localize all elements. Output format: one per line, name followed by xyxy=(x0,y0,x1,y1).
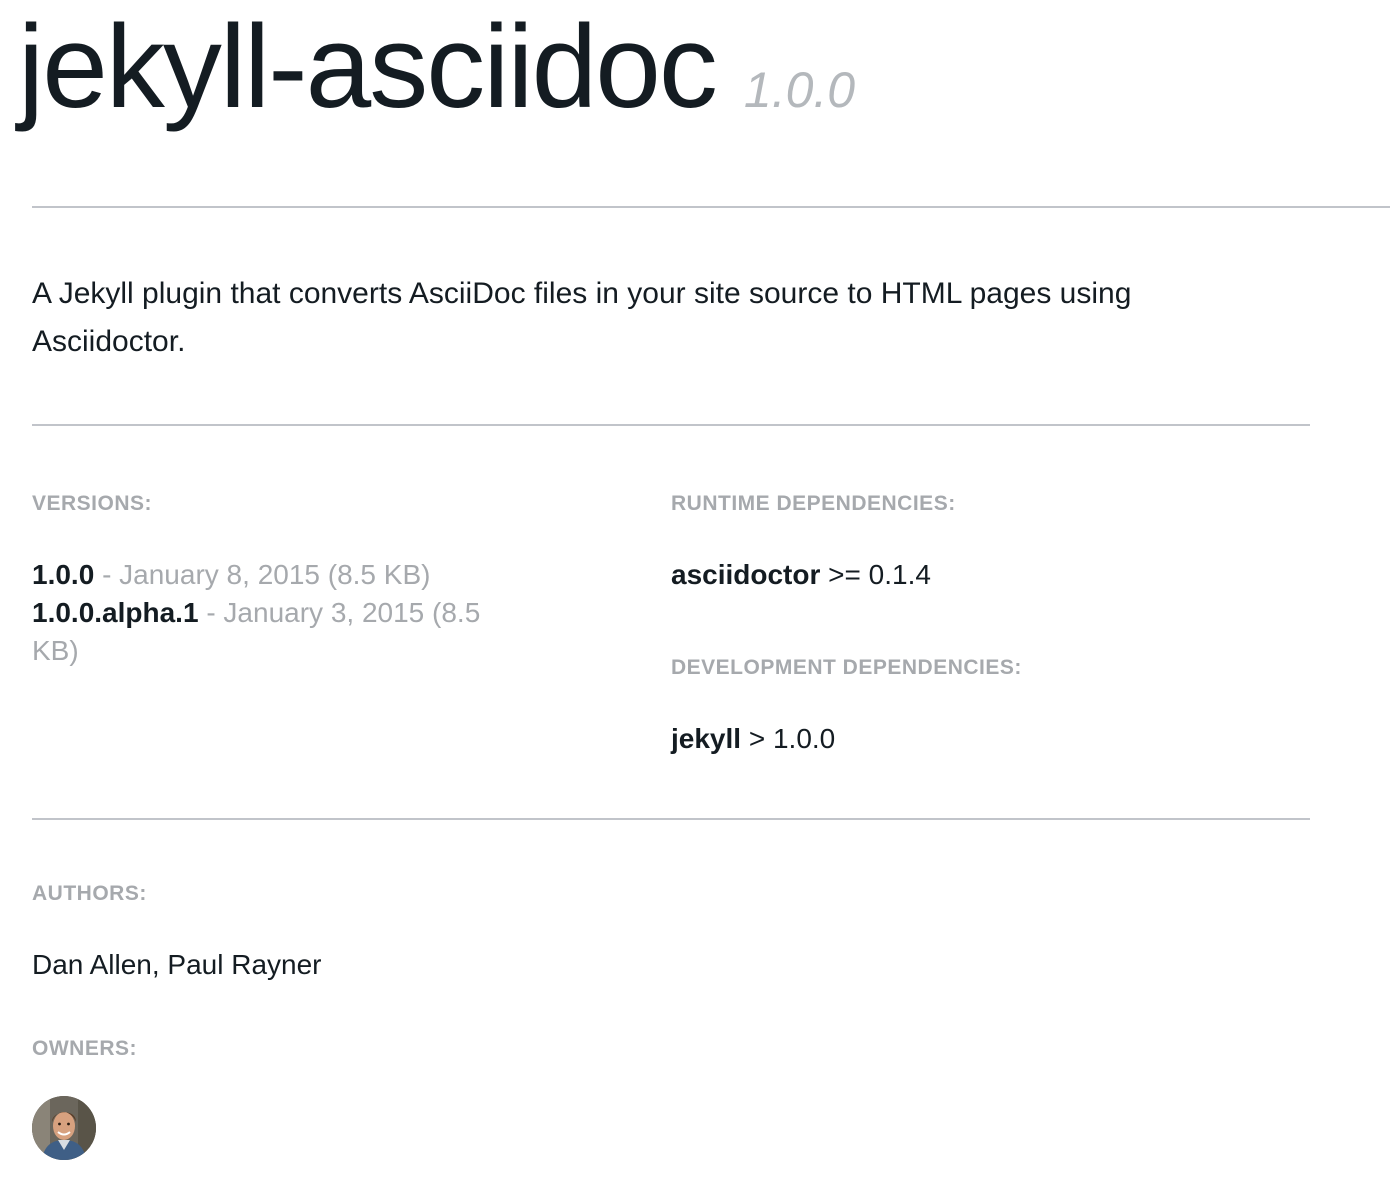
gem-title: jekyll-asciidoc xyxy=(18,1,718,133)
version-meta: - January 8, 2015 (8.5 KB) xyxy=(102,559,431,590)
authors-heading: AUTHORS: xyxy=(32,882,147,905)
owners-heading: OWNERS: xyxy=(32,1037,137,1060)
versions-list: 1.0.0 - January 8, 2015 (8.5 KB) 1.0.0.a… xyxy=(32,556,532,670)
version-link[interactable]: 1.0.0 xyxy=(32,559,94,590)
authors-list: Dan Allen, Paul Rayner xyxy=(32,949,322,980)
dependency-link[interactable]: jekyll xyxy=(671,723,741,754)
divider xyxy=(32,206,1390,208)
dependency-link[interactable]: asciidoctor xyxy=(671,559,820,590)
dependency-requirement: >= 0.1.4 xyxy=(828,559,931,590)
dependency-requirement: > 1.0.0 xyxy=(748,723,836,754)
gem-version: 1.0.0 xyxy=(743,62,856,118)
version-item: 1.0.0.alpha.1 - January 3, 2015 (8.5 KB) xyxy=(32,594,532,670)
gem-description: A Jekyll plugin that converts AsciiDoc f… xyxy=(32,277,1132,358)
divider xyxy=(32,818,1310,820)
runtime-dependency-item: asciidoctor >= 0.1.4 xyxy=(671,556,931,594)
avatar-icon xyxy=(32,1096,96,1160)
development-dependencies-heading: DEVELOPMENT DEPENDENCIES: xyxy=(671,656,1022,679)
owner-avatar[interactable] xyxy=(32,1096,96,1160)
development-dependency-item: jekyll > 1.0.0 xyxy=(671,720,835,758)
version-link[interactable]: 1.0.0.alpha.1 xyxy=(32,597,199,628)
runtime-dependencies-heading: RUNTIME DEPENDENCIES: xyxy=(671,492,956,515)
gem-header: jekyll-asciidoc 1.0.0 xyxy=(18,8,855,126)
version-item: 1.0.0 - January 8, 2015 (8.5 KB) xyxy=(32,556,532,594)
divider xyxy=(32,424,1310,426)
versions-heading: VERSIONS: xyxy=(32,492,153,515)
